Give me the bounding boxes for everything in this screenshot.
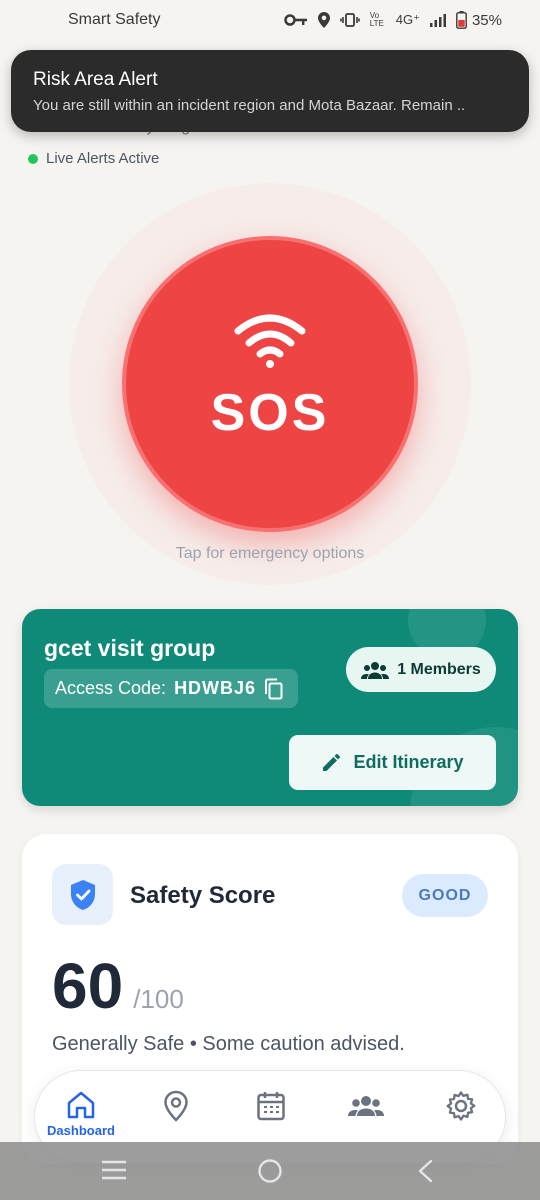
members-label: 1 Members (397, 660, 481, 678)
location-icon (317, 12, 330, 28)
group-icon (348, 1096, 384, 1116)
nav-item-dashboard[interactable]: Dashboard (46, 1089, 116, 1138)
volte-label: Vo LTE (369, 11, 384, 28)
shield-container (52, 864, 113, 925)
menu-lines-icon (102, 1160, 126, 1180)
vpn-key-icon (284, 14, 307, 26)
group-card: gcet visit group Access Code: HDWBJ6 1 M… (22, 609, 518, 806)
shield-check-icon (70, 879, 95, 910)
edit-itinerary-button[interactable]: Edit Itinerary (289, 735, 496, 790)
gear-icon (446, 1091, 476, 1121)
toast-title: Risk Area Alert (33, 69, 158, 90)
chevron-left-icon (418, 1159, 433, 1183)
safety-score-title: Safety Score (130, 882, 276, 909)
battery-icon (456, 11, 467, 29)
access-code-value: HDWBJ6 (174, 678, 257, 698)
access-code-label: Access Code: (55, 678, 167, 698)
access-code-chip[interactable]: Access Code: HDWBJ6 (44, 669, 299, 708)
recent-apps-button[interactable] (101, 1159, 127, 1186)
status-badge: GOOD (402, 874, 488, 917)
toast-message: You are still within an incident region … (33, 97, 466, 114)
vibrate-icon (339, 13, 360, 27)
copy-icon[interactable] (264, 678, 284, 700)
nav-item-group[interactable] (331, 1089, 401, 1123)
group-icon (361, 661, 390, 679)
safety-score-value: 60 (52, 950, 124, 1022)
home-icon (67, 1091, 95, 1119)
back-button[interactable] (416, 1159, 434, 1188)
battery-percent: 35% (471, 11, 502, 29)
group-name: gcet visit group (44, 635, 216, 661)
live-alerts-indicator: Live Alerts Active (28, 150, 159, 167)
nav-item-settings[interactable] (426, 1089, 496, 1123)
safety-score-description: Generally Safe • Some caution advised. (52, 1033, 405, 1055)
safety-score-max: /100 (133, 984, 184, 1014)
edit-itinerary-label: Edit Itinerary (353, 752, 464, 772)
status-bar: Smart Safety Vo LTE 4G⁺ 35% (0, 0, 540, 40)
network-label: 4G⁺ (395, 12, 420, 27)
wifi-signal-icon (234, 314, 306, 368)
calendar-icon (257, 1092, 285, 1121)
sos-hint: Tap for emergency options (175, 545, 365, 562)
sos-button[interactable]: SOS (122, 236, 418, 532)
signal-icon (429, 13, 446, 27)
live-dot-icon (28, 153, 38, 164)
nav-item-map[interactable] (141, 1089, 211, 1123)
status-app-name: Smart Safety (68, 11, 161, 28)
location-pin-icon (164, 1090, 188, 1122)
sos-label: SOS (210, 384, 330, 442)
circle-home-icon (258, 1159, 282, 1183)
pencil-icon (323, 753, 341, 771)
home-button[interactable] (257, 1158, 283, 1189)
system-navigation-bar (0, 1142, 540, 1200)
score-row: 60 /100 (52, 949, 184, 1023)
members-button[interactable]: 1 Members (346, 647, 496, 692)
nav-item-itinerary[interactable] (236, 1089, 306, 1123)
battery-indicator: 35% (456, 11, 502, 29)
risk-area-toast[interactable]: Risk Area Alert You are still within an … (11, 50, 529, 132)
live-alerts-label: Live Alerts Active (46, 150, 160, 167)
nav-label-dashboard: Dashboard (47, 1123, 115, 1138)
status-icons: Vo LTE 4G⁺ 35% (284, 11, 502, 29)
